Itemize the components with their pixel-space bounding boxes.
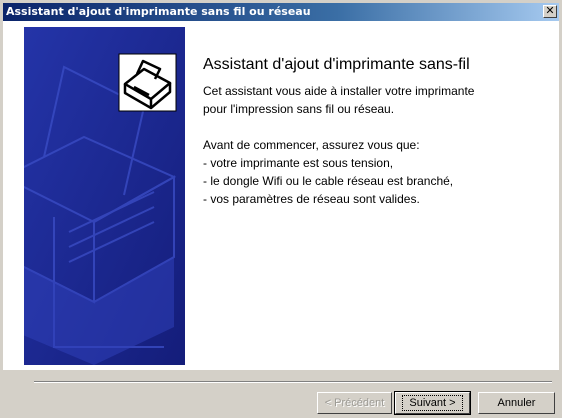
printer-icon [118, 53, 177, 112]
close-icon: ✕ [545, 4, 555, 17]
intro-line: pour l'impression sans fil ou réseau. [203, 102, 395, 116]
printer-illustration [24, 27, 185, 365]
wizard-heading: Assistant d'ajout d'imprimante sans-fil [203, 56, 470, 73]
previous-button[interactable]: < Précédent [317, 392, 392, 414]
checklist-item: - votre imprimante est sous tension, [203, 156, 394, 170]
checklist-intro: Avant de commencer, assurez vous que: [203, 138, 420, 152]
next-button-label: Suivant > [402, 395, 463, 411]
wizard-description: Cet assistant vous aide à installer votr… [203, 82, 548, 208]
wizard-window: Assistant d'ajout d'imprimante sans fil … [0, 0, 562, 418]
intro-line: Cet assistant vous aide à installer votr… [203, 84, 475, 98]
title-bar[interactable]: Assistant d'ajout d'imprimante sans fil … [3, 3, 559, 21]
window-title: Assistant d'ajout d'imprimante sans fil … [6, 5, 311, 18]
wizard-side-image [24, 27, 185, 365]
close-button[interactable]: ✕ [543, 5, 557, 18]
button-separator [34, 381, 552, 383]
checklist-item: - le dongle Wifi ou le cable réseau est … [203, 174, 454, 188]
checklist-item: - vos paramètres de réseau sont valides. [203, 192, 420, 206]
cancel-button[interactable]: Annuler [478, 392, 555, 414]
next-button[interactable]: Suivant > [394, 391, 471, 415]
